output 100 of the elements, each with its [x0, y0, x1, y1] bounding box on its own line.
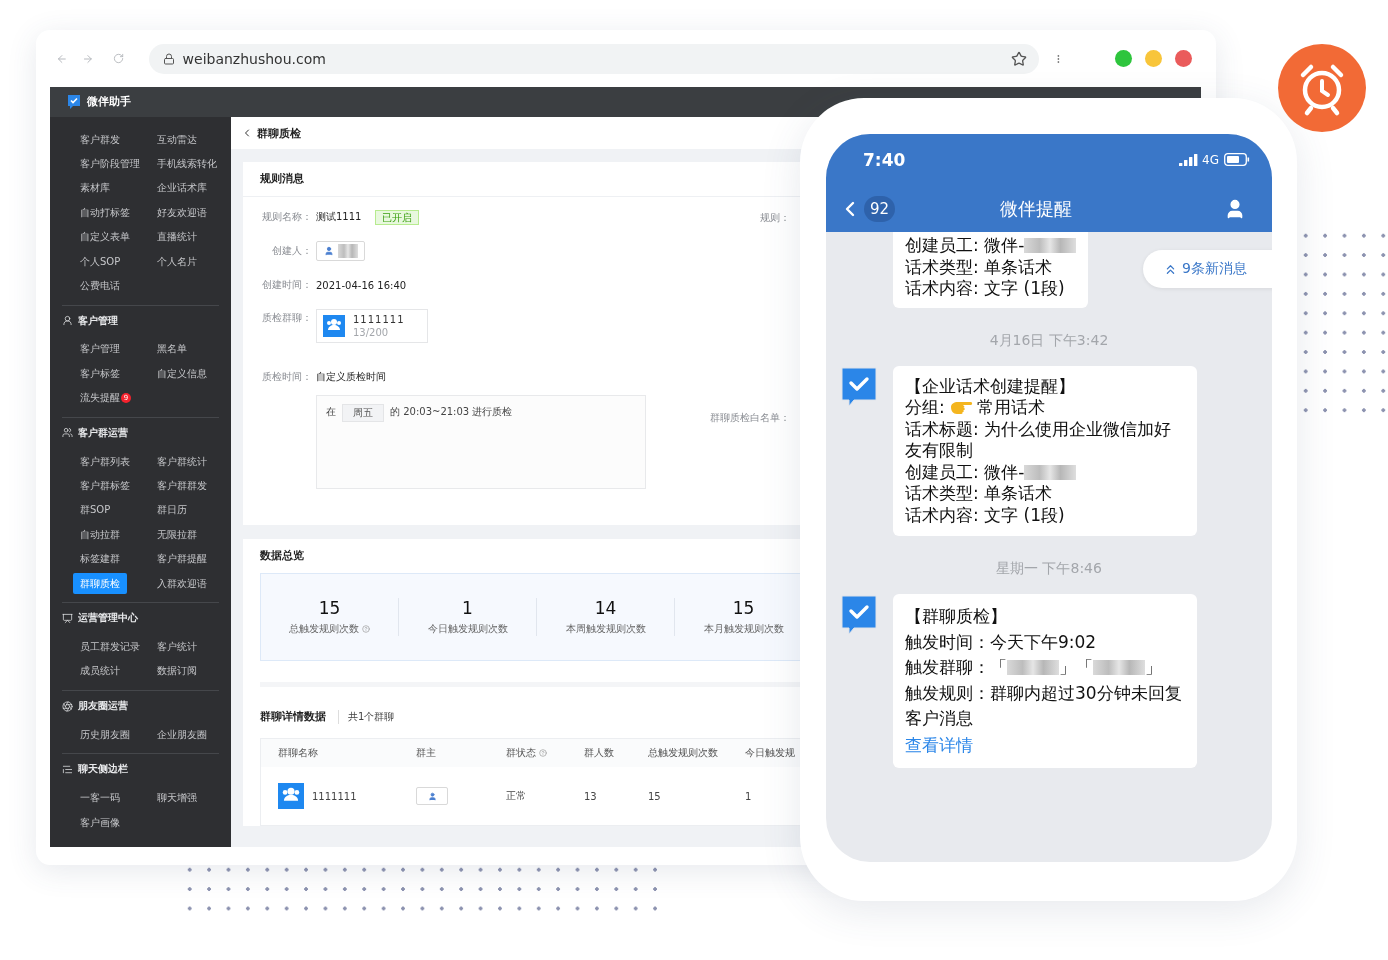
help-icon — [362, 625, 370, 633]
network-label: 4G — [1202, 152, 1219, 167]
sidebar-item[interactable]: 自动打标签 — [73, 201, 137, 223]
table-cell: 1111111 — [312, 790, 357, 802]
schedule-text: 的 20:03~21:03 进行质检 — [390, 405, 513, 419]
sidebar-item[interactable]: 客户群标签 — [73, 475, 137, 496]
table-cell-text: 13 — [584, 790, 598, 802]
blurred-text — [1093, 660, 1145, 676]
sidebar-item[interactable]: 公费电话 — [73, 275, 127, 297]
stat-value: 14 — [594, 598, 617, 618]
help-icon — [539, 749, 547, 757]
group-name: 1111111 — [353, 314, 405, 325]
sidebar-item[interactable]: 个人SOP — [73, 250, 128, 272]
sidebar-item[interactable]: 客户群统计 — [150, 450, 214, 472]
group-count: 共1个群聊 — [338, 710, 395, 724]
details-link[interactable]: 查看详情 — [905, 731, 973, 758]
window-maximize-dot[interactable] — [1115, 50, 1132, 67]
message-text: 【群聊质检】 — [905, 605, 1007, 628]
sidebar-item[interactable]: 自定义表单 — [73, 226, 137, 248]
message-text: 常用话术 — [976, 397, 1045, 419]
column-header: 今日触发规 — [745, 746, 795, 760]
sidebar-item[interactable]: 客户群列表 — [73, 450, 137, 472]
weekday-pill: 周五 — [342, 404, 384, 422]
sidebar-item[interactable]: 员工群发记录 — [73, 635, 147, 657]
sidebar-item[interactable]: 自动拉群 — [73, 523, 127, 545]
sidebar-section-title: 朋友圈运营 — [78, 699, 128, 714]
sidebar-item[interactable]: 客户阶段管理 — [73, 153, 147, 175]
checkmark-avatar-icon — [840, 594, 878, 636]
sidebar-item[interactable]: 客户统计 — [150, 635, 204, 657]
card-title: 数据总览 — [260, 549, 304, 563]
blurred-text — [1007, 660, 1059, 676]
unread-badge: 92 — [864, 195, 896, 222]
sidebar-item[interactable]: 客户画像 — [73, 811, 127, 833]
message-text: 」「 — [1059, 656, 1093, 679]
window-minimize-dot[interactable] — [1145, 50, 1162, 67]
group-icon — [62, 427, 73, 439]
message-text: 【企业话术创建提醒】 — [905, 375, 1075, 397]
checkmark-logo-icon — [67, 94, 81, 110]
sidebar-item[interactable]: 直播统计 — [150, 226, 204, 248]
stat-label: 本月触发规则次数 — [703, 622, 784, 636]
sidebar-item[interactable]: 成员统计 — [73, 660, 127, 682]
field-label: 质检时间： — [261, 370, 312, 384]
schedule-text: 在 — [326, 405, 336, 419]
sidebar-item[interactable]: 客户管理 — [73, 338, 127, 360]
field-label: 创建人： — [271, 244, 312, 258]
sidebar-item[interactable]: 入群欢迎语 — [150, 572, 214, 594]
aperture-icon — [62, 700, 73, 712]
star-icon[interactable] — [1010, 50, 1027, 67]
sidebar-item[interactable]: 一客一码 — [73, 787, 127, 809]
sidebar-item[interactable]: 标签建群 — [73, 548, 127, 570]
field-value: 测试1111 — [316, 210, 362, 224]
message-text: 话术内容: 文字 (1段) — [905, 278, 1065, 300]
new-messages-button[interactable]: 9条新消息 — [1143, 250, 1272, 288]
blurred-text — [1024, 238, 1077, 254]
field-value: 2021-04-16 16:40 — [316, 279, 407, 291]
message-text: 话术内容: 文字 (1段) — [905, 504, 1065, 526]
address-bar[interactable]: weibanzhushou.com — [148, 43, 1039, 74]
message-text: 话术类型: 单条话术 — [905, 483, 1053, 505]
sidebar-section-title: 客户群运营 — [78, 425, 128, 440]
monitor-icon — [62, 612, 73, 624]
group-chat-icon — [323, 315, 345, 337]
url-text: weibanzhushou.com — [182, 50, 327, 67]
sidebar-item[interactable]: 历史朋友圈 — [73, 723, 137, 745]
sidebar-item[interactable]: 黑名单 — [150, 338, 194, 360]
pointing-hand-icon — [948, 399, 973, 416]
sidebar-item[interactable]: 企业话术库 — [150, 177, 214, 199]
sidebar-item[interactable]: 群日历 — [150, 499, 194, 521]
message-text: 话术类型: 单条话术 — [905, 256, 1053, 278]
sidebar-item[interactable]: 客户群群发 — [150, 475, 214, 496]
table-cell-text: 1 — [745, 790, 753, 802]
sidebar-item[interactable]: 客户群提醒 — [150, 548, 214, 570]
member-count: 13/200 — [353, 327, 390, 338]
field-label: 群聊质检白名单： — [710, 411, 790, 425]
card-title: 规则消息 — [260, 172, 304, 186]
window-close-dot[interactable] — [1175, 50, 1192, 67]
sidebar-item[interactable]: 聊天增强 — [150, 787, 204, 809]
sidebar-item[interactable]: 个人名片 — [150, 250, 204, 272]
sidebar-item[interactable]: 无限拉群 — [150, 523, 204, 545]
clock-time: 7:40 — [863, 149, 907, 170]
message-text: 创建员工: 微伴- — [905, 461, 1025, 483]
sidebar-item[interactable]: 企业朋友圈 — [150, 723, 214, 745]
sidebar-item[interactable]: 素材库 — [73, 177, 117, 199]
sidebar-item[interactable]: 自定义信息 — [150, 362, 214, 384]
message-text: 创建员工: 微伴- — [905, 235, 1025, 257]
chat-title: 微伴提醒 — [998, 196, 1073, 221]
list-icon — [62, 763, 73, 775]
sidebar-item[interactable]: 互动雷达 — [150, 128, 204, 150]
sidebar-item[interactable]: 手机线索转化 — [150, 153, 224, 175]
stat-label: 今日触发规则次数 — [427, 622, 508, 636]
battery-icon — [1224, 153, 1250, 166]
blurred-text — [1024, 464, 1077, 480]
sidebar-item[interactable]: 群SOP — [73, 499, 118, 521]
sidebar-item[interactable]: 好友欢迎语 — [150, 201, 214, 223]
sidebar-item[interactable]: 客户群发 — [73, 128, 127, 150]
message-text: 」 — [1145, 656, 1162, 679]
status-tag: 已开启 — [375, 209, 420, 225]
lock-icon — [162, 52, 175, 65]
user-icon — [427, 791, 437, 801]
sidebar-item[interactable]: 客户标签 — [73, 362, 127, 384]
sidebar-item[interactable]: 数据订阅 — [150, 660, 204, 682]
